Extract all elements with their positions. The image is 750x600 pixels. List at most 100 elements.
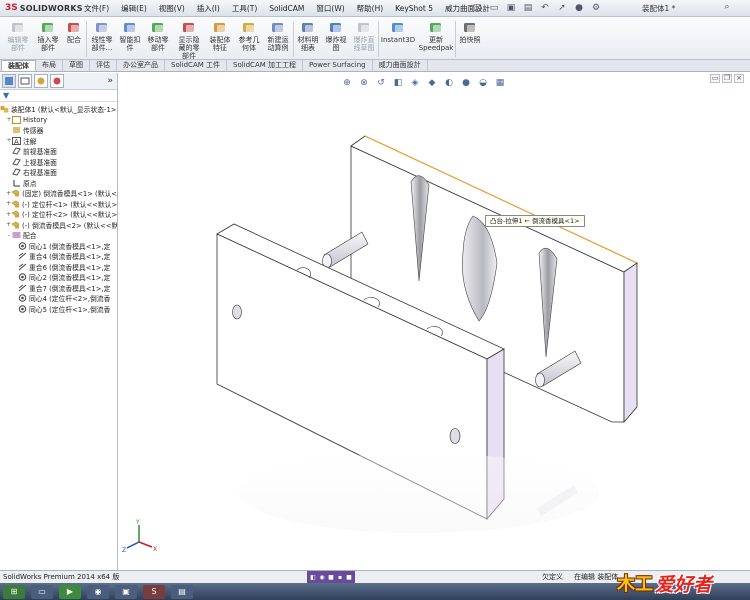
command-tab[interactable]: 评估 xyxy=(90,60,117,71)
help-status-icon[interactable]: ■ xyxy=(345,572,353,582)
more-tabs-icon[interactable]: » xyxy=(107,76,115,86)
media-taskbar-icon[interactable]: ▶ xyxy=(59,584,81,599)
tree-item[interactable]: 重合4 (倒流香模具<1>,定 xyxy=(0,251,117,262)
ribbon-button[interactable]: 新建运 动算例 xyxy=(263,17,293,60)
command-tab[interactable]: Power Surfacing xyxy=(303,60,373,71)
tree-item[interactable]: 装配体1 (默认<默认_显示状态-1>) xyxy=(0,104,117,115)
tree-item[interactable]: 同心4 (定位杆<2>,倒流香 xyxy=(0,293,117,304)
units-icon[interactable]: ■ xyxy=(327,572,335,582)
ribbon-button[interactable]: 爆炸视 图 xyxy=(322,17,350,60)
command-tab[interactable]: 装配体 xyxy=(1,60,36,71)
tree-item[interactable]: + (固定) 倒流香模具<1> (默认< xyxy=(0,188,117,199)
tree-filter-icon[interactable]: ▼ xyxy=(0,90,117,102)
search-icon[interactable]: ⌕ xyxy=(720,2,734,15)
sensor-icon xyxy=(12,126,21,134)
menu-item[interactable]: 文件(F) xyxy=(78,0,115,17)
tree-item[interactable]: 原点 xyxy=(0,178,117,189)
command-tab[interactable]: SolidCAM 加工工程 xyxy=(227,60,303,71)
zoom-area-icon[interactable]: ⊗ xyxy=(358,77,370,89)
apply-scene-icon[interactable]: ◒ xyxy=(477,77,489,89)
menu-item[interactable]: 工具(T) xyxy=(226,0,263,17)
model-view[interactable]: Y X Z xyxy=(119,73,750,570)
ribbon-button[interactable]: 更新 Speedpak xyxy=(417,17,455,60)
browser-taskbar-icon[interactable]: ◉ xyxy=(87,584,109,599)
tree-item[interactable]: 同心2 (倒流香模具<1>,定 xyxy=(0,272,117,283)
instant3d-icon xyxy=(389,20,407,36)
options-icon[interactable]: ⚙ xyxy=(589,1,603,15)
solidworks-taskbar-icon[interactable]: S xyxy=(143,584,165,599)
tree-item[interactable]: 同心5 (定位杆<1>,倒流香 xyxy=(0,304,117,315)
explorer-taskbar-icon[interactable]: ▭ xyxy=(31,584,53,599)
customize-icon[interactable]: ▪ xyxy=(336,572,344,582)
command-tab[interactable]: 威力曲面設計 xyxy=(373,60,428,71)
tree-item[interactable]: 传感器 xyxy=(0,125,117,136)
ribbon-button[interactable]: 显示隐 藏的零 部件 xyxy=(173,17,205,60)
ribbon-button[interactable]: 爆炸直 线草图 xyxy=(350,17,378,60)
graphics-area[interactable]: ⊕ ⊗ ↺ ◧ ◈ ◆ ◐ ● ◒ ▦ ▭ ❐ × Y X Z 凸台-拉伸1 ←… xyxy=(119,73,750,570)
feature-manager-tab-icon[interactable] xyxy=(2,74,16,88)
quick-tips-icon[interactable]: ◉ xyxy=(318,572,326,582)
menu-item[interactable]: 视图(V) xyxy=(153,0,191,17)
ribbon-button[interactable]: Instant3D xyxy=(379,17,417,60)
ribbon-button[interactable]: 配合 xyxy=(62,17,86,60)
new-document-icon[interactable]: □ xyxy=(470,1,484,15)
ribbon-button[interactable]: 编辑零 部件 xyxy=(2,17,34,60)
hide-show-items-icon[interactable]: ◐ xyxy=(443,77,455,89)
ribbon-button[interactable]: 移动零 部件 xyxy=(143,17,173,60)
display-style-icon[interactable]: ◆ xyxy=(426,77,438,89)
previous-view-icon[interactable]: ↺ xyxy=(375,77,387,89)
menu-item[interactable]: SolidCAM xyxy=(263,0,310,17)
ribbon-button[interactable]: 智能扣 件 xyxy=(117,17,143,60)
command-tab[interactable]: 草图 xyxy=(63,60,90,71)
app-taskbar-icon[interactable]: ▣ xyxy=(115,584,137,599)
save-icon[interactable]: ▣ xyxy=(504,1,518,15)
undo-icon[interactable]: ↶ xyxy=(538,1,552,15)
command-tab[interactable]: 办公室产品 xyxy=(117,60,165,71)
minimize-icon[interactable]: ▭ xyxy=(710,74,720,83)
restore-icon[interactable]: ❐ xyxy=(722,74,732,83)
configuration-manager-tab-icon[interactable] xyxy=(34,74,48,88)
view-settings-icon[interactable]: ▦ xyxy=(494,77,506,89)
tree-item[interactable]: + (-) 倒流香模具<2> (默认<<默 xyxy=(0,220,117,231)
ribbon-button[interactable]: 线性零 部件... xyxy=(87,17,117,60)
zoom-fit-icon[interactable]: ⊕ xyxy=(341,77,353,89)
ribbon-button[interactable]: 装配体 特征 xyxy=(205,17,235,60)
ribbon-button[interactable]: 拍快照 xyxy=(456,17,484,60)
tree-item[interactable]: 重合6 (倒流香模具<1>,定 xyxy=(0,262,117,273)
ribbon-button[interactable]: 材料明 细表 xyxy=(294,17,322,60)
tree-item[interactable]: + (-) 定位杆<2> (默认<<默认>_ xyxy=(0,209,117,220)
menu-item[interactable]: KeyShot 5 xyxy=(389,0,439,17)
tree-item[interactable]: 同心1 (倒流香模具<1>,定 xyxy=(0,241,117,252)
menu-item[interactable]: 帮助(H) xyxy=(351,0,390,17)
open-folder-icon[interactable]: ▭ xyxy=(487,1,501,15)
start-button-icon[interactable]: ⊞ xyxy=(3,584,25,599)
rebuild-icon[interactable]: ● xyxy=(572,1,586,15)
command-tab[interactable]: 布局 xyxy=(36,60,63,71)
select-icon[interactable]: ➚ xyxy=(555,1,569,15)
tool-taskbar-icon[interactable]: ▤ xyxy=(171,584,193,599)
ribbon-button[interactable]: 参考几 何体 xyxy=(235,17,263,60)
property-manager-tab-icon[interactable] xyxy=(18,74,32,88)
tree-item[interactable]: + (-) 定位杆<1> (默认<<默认>_ xyxy=(0,199,117,210)
solidworks-logo[interactable]: 3S SOLIDWORKS xyxy=(0,3,83,13)
tree-item[interactable]: - 配合 xyxy=(0,230,117,241)
view-orientation-icon[interactable]: ◈ xyxy=(409,77,421,89)
section-view-icon[interactable]: ◧ xyxy=(392,77,404,89)
tree-item[interactable]: 右视基准面 xyxy=(0,167,117,178)
close-icon[interactable]: × xyxy=(734,74,744,83)
menu-item[interactable]: 插入(I) xyxy=(191,0,226,17)
print-icon[interactable]: ▤ xyxy=(521,1,535,15)
display-manager-tab-icon[interactable] xyxy=(50,74,64,88)
tree-item[interactable]: 重合7 (倒流香模具<1>,定 xyxy=(0,283,117,294)
tree-item[interactable]: + History xyxy=(0,115,117,126)
tree-item-label: 原点 xyxy=(23,179,37,188)
rebuild-status-icon[interactable]: ◧ xyxy=(309,572,317,582)
tree-item[interactable]: + A 注解 xyxy=(0,136,117,147)
ribbon-button[interactable]: 插入零 部件 xyxy=(34,17,62,60)
menu-item[interactable]: 编辑(E) xyxy=(115,0,153,17)
edit-appearance-icon[interactable]: ● xyxy=(460,77,472,89)
tree-item[interactable]: 前视基准面 xyxy=(0,146,117,157)
command-tab[interactable]: SolidCAM 工件 xyxy=(165,60,227,71)
menu-item[interactable]: 窗口(W) xyxy=(310,0,350,17)
tree-item[interactable]: 上视基准面 xyxy=(0,157,117,168)
